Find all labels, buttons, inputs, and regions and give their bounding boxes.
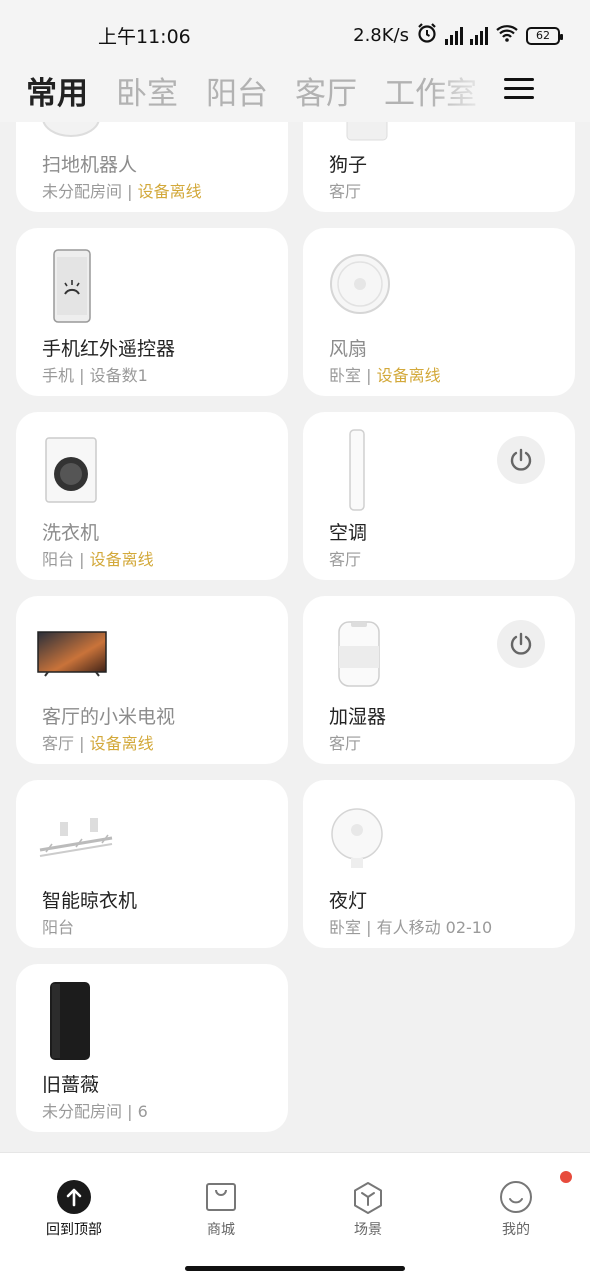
tab-bedroom[interactable]: 卧室 — [116, 68, 178, 113]
tab-favorites[interactable]: 常用 — [26, 68, 88, 113]
notification-badge — [560, 1171, 572, 1183]
washing-machine-icon — [36, 426, 126, 516]
device-name: 加湿器 — [329, 706, 387, 728]
device-name: 夜灯 — [329, 890, 368, 912]
device-name: 旧蔷薇 — [42, 1074, 100, 1096]
device-subtitle: 卧室 | 有人移动 02-10 — [329, 918, 493, 937]
status-time: 上午11:06 — [98, 26, 191, 48]
clothes-dryer-icon — [36, 794, 126, 884]
net-speed: 2.8K/s — [353, 25, 409, 46]
alarm-icon — [416, 22, 438, 49]
router-icon — [36, 978, 126, 1068]
hd-signal-icon — [445, 26, 463, 45]
nav-scenes[interactable]: 场景 — [318, 1179, 418, 1239]
power-button[interactable] — [497, 620, 545, 668]
device-subtitle: 未分配房间 | 6 — [42, 1102, 148, 1121]
bottom-nav: 回到顶部 商城 场景 我的 — [0, 1152, 590, 1280]
device-name: 洗衣机 — [42, 522, 100, 544]
device-name: 手机红外遥控器 — [42, 338, 176, 360]
nav-back-to-top[interactable]: 回到顶部 — [24, 1179, 124, 1239]
nav-store[interactable]: 商城 — [171, 1179, 271, 1239]
device-card-robot-vacuum[interactable]: 扫地机器人 未分配房间 | 设备离线 — [16, 122, 288, 212]
home-indicator[interactable] — [185, 1266, 405, 1271]
device-name: 客厅的小米电视 — [42, 706, 176, 728]
humidifier-icon — [323, 610, 413, 700]
power-icon — [510, 448, 532, 471]
status-bar: 上午11:06 2.8K/s 62 — [0, 0, 590, 64]
device-subtitle: 未分配房间 | 设备离线 — [42, 182, 202, 201]
night-light-icon — [323, 794, 413, 884]
nav-label: 回到顶部 — [46, 1222, 102, 1238]
tab-balcony[interactable]: 阳台 — [206, 68, 268, 113]
tab-fade — [430, 64, 492, 122]
device-subtitle: 客厅 — [329, 734, 362, 753]
device-grid: 扫地机器人 未分配房间 | 设备离线 狗子 客厅 手机红外遥控器 手机 | 设备… — [0, 122, 590, 1152]
device-card-router[interactable]: 旧蔷薇 未分配房间 | 6 — [16, 964, 288, 1132]
power-button[interactable] — [497, 436, 545, 484]
tab-living-room[interactable]: 客厅 — [295, 68, 357, 113]
device-card-air-conditioner[interactable]: 空调 客厅 — [303, 412, 575, 580]
phone-remote-icon — [36, 242, 126, 332]
fan-icon — [323, 242, 413, 332]
arrow-up-icon — [56, 1179, 92, 1215]
device-card-clothes-dryer[interactable]: 智能晾衣机 阳台 — [16, 780, 288, 948]
power-icon — [510, 632, 532, 655]
device-subtitle: 卧室 | 设备离线 — [329, 366, 441, 385]
menu-icon[interactable] — [504, 78, 534, 108]
battery-icon: 62 — [526, 26, 563, 45]
tv-icon — [36, 610, 126, 700]
shopping-bag-icon — [203, 1179, 239, 1215]
device-card-washing-machine[interactable]: 洗衣机 阳台 | 设备离线 — [16, 412, 288, 580]
device-name: 空调 — [329, 522, 368, 544]
device-card-humidifier[interactable]: 加湿器 客厅 — [303, 596, 575, 764]
nav-profile[interactable]: 我的 — [466, 1171, 572, 1239]
device-name: 狗子 — [329, 154, 368, 176]
nav-label: 我的 — [502, 1222, 530, 1238]
robot-vacuum-icon — [36, 122, 126, 148]
wifi-icon — [495, 24, 519, 47]
air-conditioner-icon — [323, 426, 413, 516]
device-name: 智能晾衣机 — [42, 890, 138, 912]
device-card-night-light[interactable]: 夜灯 卧室 | 有人移动 02-10 — [303, 780, 575, 948]
device-subtitle: 客厅 | 设备离线 — [42, 734, 154, 753]
device-subtitle: 阳台 — [42, 918, 75, 937]
nav-label: 场景 — [354, 1222, 382, 1238]
device-subtitle: 手机 | 设备数1 — [42, 366, 148, 385]
device-card-fan[interactable]: 风扇 卧室 | 设备离线 — [303, 228, 575, 396]
device-card-ir-remote[interactable]: 手机红外遥控器 手机 | 设备数1 — [16, 228, 288, 396]
hd-signal-icon — [470, 26, 488, 45]
device-card-dog[interactable]: 狗子 客厅 — [303, 122, 575, 212]
device-name: 风扇 — [329, 338, 368, 360]
profile-icon — [498, 1171, 572, 1215]
device-subtitle: 阳台 | 设备离线 — [42, 550, 154, 569]
room-tabs: 常用 卧室 阳台 客厅 工作室 — [0, 64, 590, 122]
nav-label: 商城 — [207, 1222, 235, 1238]
device-name: 扫地机器人 — [42, 154, 138, 176]
device-subtitle: 客厅 — [329, 550, 362, 569]
device-icon — [323, 122, 413, 148]
device-card-tv[interactable]: 客厅的小米电视 客厅 | 设备离线 — [16, 596, 288, 764]
scene-cube-icon — [350, 1179, 386, 1215]
status-right: 2.8K/s 62 — [353, 22, 563, 49]
device-subtitle: 客厅 — [329, 182, 362, 201]
